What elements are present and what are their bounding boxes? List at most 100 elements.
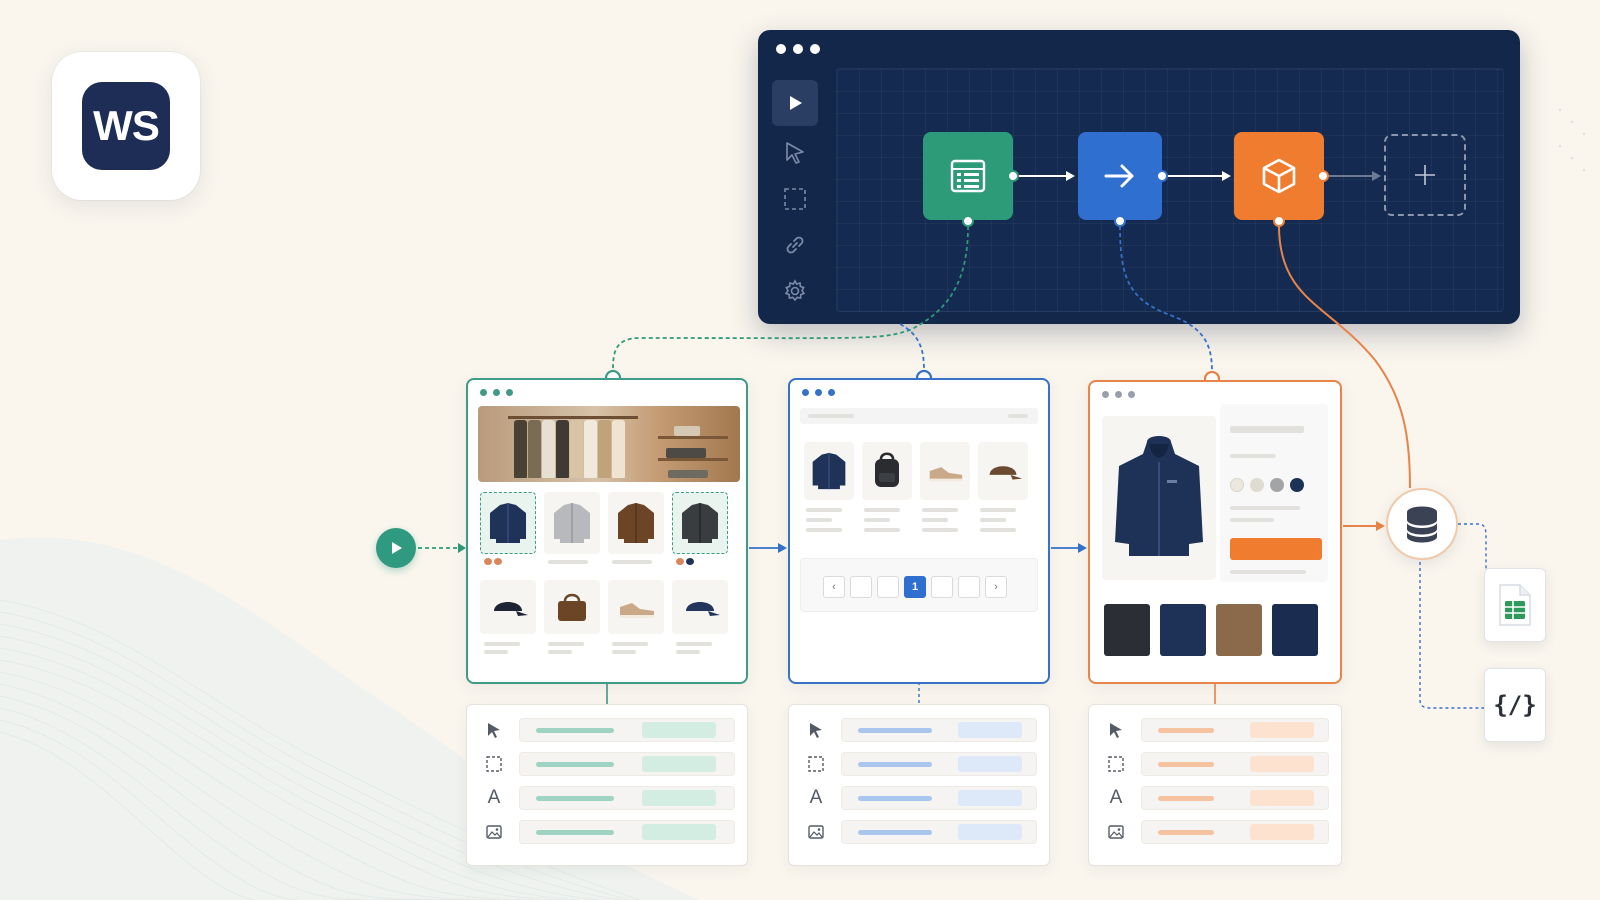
- play-icon: [392, 542, 402, 554]
- color-swatch: [484, 558, 492, 565]
- navigate-node[interactable]: [1078, 132, 1162, 220]
- jacket-icon: [812, 452, 846, 490]
- add-to-cart-button[interactable]: [1230, 538, 1322, 560]
- field-row[interactable]: [841, 786, 1037, 810]
- jacket-icon: [1115, 436, 1203, 556]
- text-icon: A: [481, 785, 507, 811]
- image-icon: [481, 819, 507, 845]
- product-card[interactable]: [978, 442, 1028, 500]
- product-card[interactable]: [608, 580, 664, 634]
- field-row[interactable]: [519, 752, 735, 776]
- color-swatch: [494, 558, 502, 565]
- pagination-prev[interactable]: ‹: [823, 576, 845, 598]
- jacket-icon: [618, 503, 654, 543]
- category-page-window: [466, 378, 748, 684]
- field-row[interactable]: [1141, 820, 1329, 844]
- product-card[interactable]: [804, 442, 854, 500]
- json-export[interactable]: {/}: [1484, 668, 1546, 742]
- pagination-page[interactable]: [850, 576, 872, 598]
- field-row[interactable]: [1141, 786, 1329, 810]
- product-card[interactable]: [608, 492, 664, 554]
- product-card[interactable]: [862, 442, 912, 500]
- link-tool[interactable]: [772, 222, 818, 268]
- text-icon: A: [1103, 785, 1129, 811]
- window-controls: [480, 389, 513, 396]
- product-card[interactable]: [480, 580, 536, 634]
- window-controls: [776, 44, 820, 54]
- text-icon-letter: A: [487, 787, 501, 808]
- field-row[interactable]: [519, 786, 735, 810]
- app-logo: WS: [82, 82, 170, 170]
- backpack-icon: [875, 452, 899, 487]
- field-row[interactable]: [841, 752, 1037, 776]
- list-icon: [950, 159, 986, 193]
- plus-icon: [1415, 165, 1435, 185]
- pagination-page[interactable]: [958, 576, 980, 598]
- product-card[interactable]: [672, 492, 728, 554]
- listing-page-window: ‹ 1 ›: [788, 378, 1050, 684]
- product-card[interactable]: [544, 580, 600, 634]
- product-thumbnail[interactable]: [1272, 604, 1318, 656]
- app-logo-tile: WS: [52, 52, 200, 200]
- window-dot: [506, 389, 513, 396]
- pagination-current[interactable]: 1: [904, 576, 926, 598]
- run-button[interactable]: [772, 80, 818, 126]
- product-card[interactable]: [920, 442, 970, 500]
- jacket-icon: [682, 503, 718, 543]
- product-thumbnail[interactable]: [1160, 604, 1206, 656]
- color-option[interactable]: [1250, 478, 1264, 492]
- spreadsheet-icon: [1499, 584, 1531, 626]
- window-dot: [1115, 391, 1122, 398]
- product-card[interactable]: [672, 580, 728, 634]
- cursor-icon: [1103, 717, 1129, 743]
- cursor-icon: [786, 142, 804, 164]
- pagination-page[interactable]: [931, 576, 953, 598]
- color-option[interactable]: [1290, 478, 1304, 492]
- database-node[interactable]: [1386, 488, 1458, 560]
- jacket-icon: [554, 503, 590, 543]
- pagination: ‹ 1 ›: [800, 558, 1038, 612]
- field-row[interactable]: [1141, 718, 1329, 742]
- field-row[interactable]: [1141, 752, 1329, 776]
- start-button[interactable]: [376, 528, 416, 568]
- cursor-tool[interactable]: [772, 130, 818, 176]
- add-node-button[interactable]: [1384, 134, 1466, 216]
- window-dot[interactable]: [793, 44, 803, 54]
- window-dot: [480, 389, 487, 396]
- listing-fields-panel: A: [788, 704, 1050, 866]
- product-card[interactable]: [544, 492, 600, 554]
- list-node[interactable]: [923, 132, 1013, 220]
- cap-icon: [989, 466, 1023, 480]
- color-swatch: [676, 558, 684, 565]
- select-box-icon: [1103, 751, 1129, 777]
- pagination-page[interactable]: [877, 576, 899, 598]
- pagination-next[interactable]: ›: [985, 576, 1007, 598]
- field-row[interactable]: [841, 718, 1037, 742]
- field-row[interactable]: [841, 820, 1037, 844]
- window-dot: [815, 389, 822, 396]
- arrow-right-icon: [1104, 164, 1134, 188]
- window-dot[interactable]: [776, 44, 786, 54]
- field-row[interactable]: [519, 820, 735, 844]
- category-fields-panel: A: [466, 704, 748, 866]
- select-box-icon: [481, 751, 507, 777]
- text-icon-letter: A: [1109, 787, 1123, 808]
- spreadsheet-export[interactable]: [1484, 568, 1546, 642]
- store-hero-image: [478, 406, 740, 482]
- product-card[interactable]: [480, 492, 536, 554]
- settings-tool[interactable]: [772, 268, 818, 314]
- product-thumbnail[interactable]: [1216, 604, 1262, 656]
- logo-text: WS: [93, 102, 160, 149]
- color-option[interactable]: [1230, 478, 1244, 492]
- select-tool[interactable]: [772, 176, 818, 222]
- cube-node[interactable]: [1234, 132, 1324, 220]
- shoe-icon: [620, 603, 654, 618]
- select-box-icon: [803, 751, 829, 777]
- field-row[interactable]: [519, 718, 735, 742]
- window-dot: [1128, 391, 1135, 398]
- window-dot[interactable]: [810, 44, 820, 54]
- product-thumbnail[interactable]: [1104, 604, 1150, 656]
- image-icon: [1103, 819, 1129, 845]
- bag-icon: [558, 593, 586, 621]
- color-option[interactable]: [1270, 478, 1284, 492]
